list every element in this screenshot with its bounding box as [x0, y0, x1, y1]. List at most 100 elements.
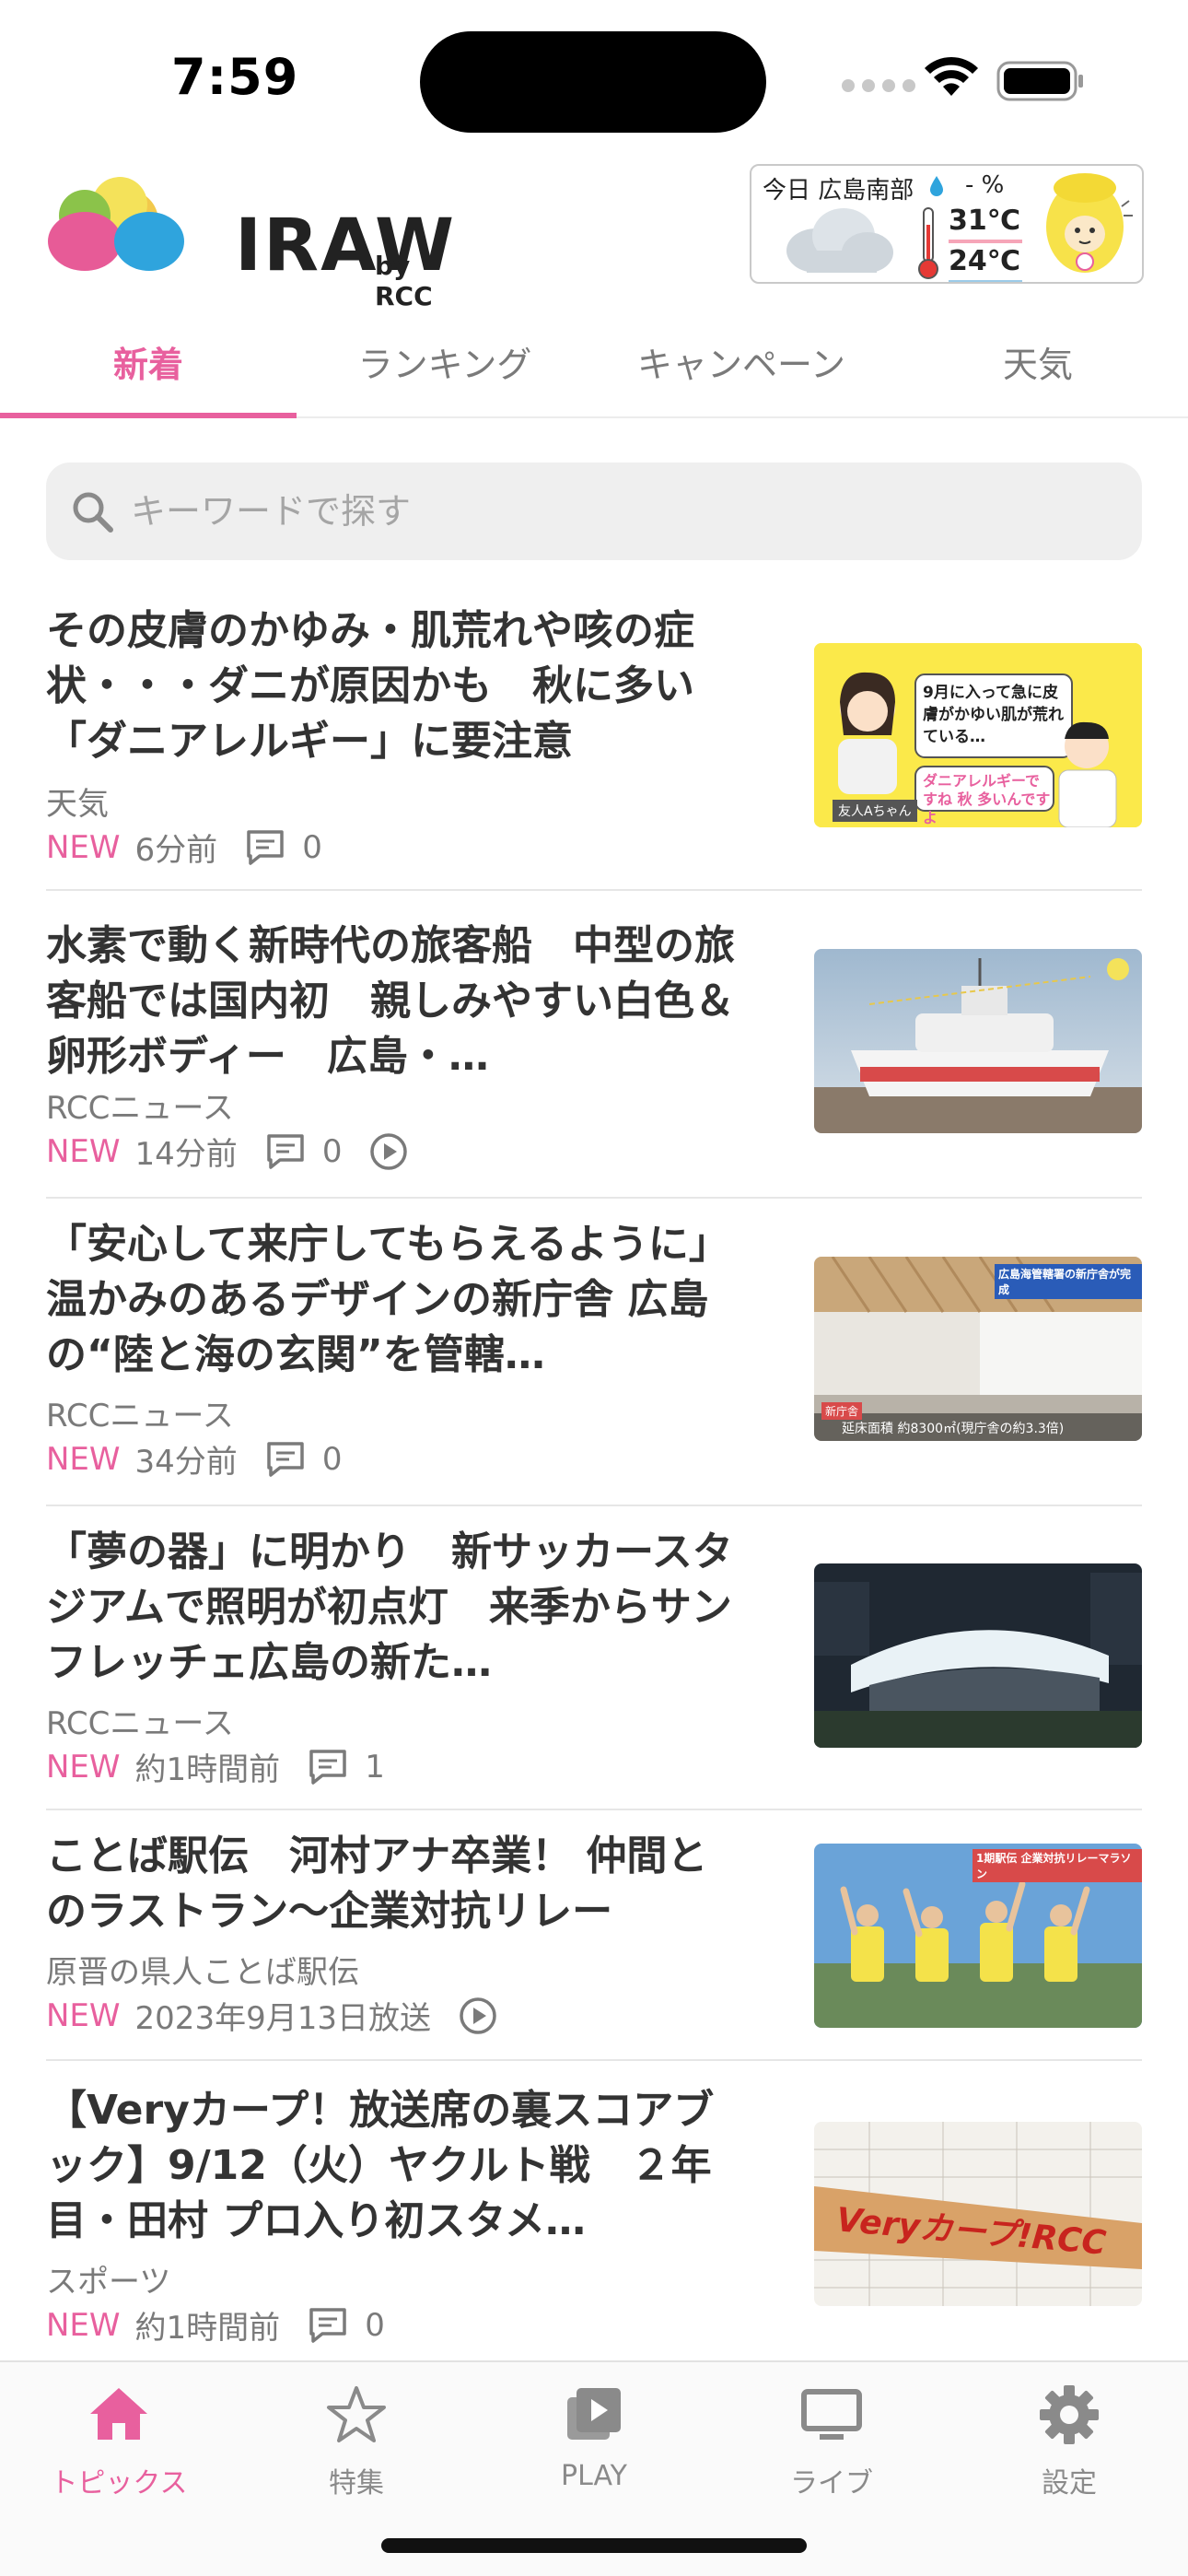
tv-icon: [801, 2389, 862, 2440]
tab-label: ランキング: [357, 344, 532, 385]
cloud-icon: [786, 208, 893, 273]
stadium-night-photo: [814, 1563, 1142, 1748]
article-title: 「夢の器」に明かり 新サッカースタジアムで照明が初点灯 来季からサンフレッチェ広…: [46, 1528, 733, 1686]
article-title: ことば駅伝 河村アナ卒業！ 仲間とのラストラン～企業対抗リレー: [46, 1832, 708, 1935]
thumb-text: 広島海管轄署の新庁舎が完成: [995, 1264, 1142, 1299]
app-logo[interactable]: IRAW by RCC: [46, 177, 454, 311]
article-item[interactable]: その皮膚のかゆみ・肌荒れや咳の症状・・・ダニが原因かも 秋に多い「ダニアレルギー…: [46, 603, 1142, 891]
article-time: 2023年9月13日放送: [134, 2000, 431, 2037]
new-badge: NEW: [46, 828, 121, 866]
article-source: 天気: [46, 786, 109, 823]
home-icon: [90, 2388, 147, 2440]
article-meta: NEW 約1時間前 0: [46, 2302, 385, 2348]
article-item[interactable]: 水素で動く新時代の旅客船 中型の旅客船では国内初 親しみやすい白色＆卵形ボディー…: [46, 891, 1142, 1199]
article-item[interactable]: 「夢の器」に明かり 新サッカースタジアムで照明が初点灯 来季からサンフレッチェ広…: [46, 1506, 1142, 1810]
raindrop-icon: [930, 176, 943, 196]
comment-count: 0: [245, 828, 322, 867]
article-title: 【Veryカープ！放送席の裏スコアブック】9/12（火）ヤクルト戦 ２年目・田村…: [46, 2087, 715, 2244]
nav-label: 設定: [1042, 2467, 1097, 2500]
comment-count-value: 0: [321, 1132, 343, 1170]
article-time: 約1時間前: [134, 2310, 281, 2347]
comment-icon: [267, 1133, 304, 1169]
article-meta: NEW 約1時間前 1: [46, 1744, 385, 1789]
low-temperature: 24℃: [949, 245, 1021, 277]
wifi-icon: [925, 56, 978, 96]
article-source: RCCニュース: [46, 1090, 234, 1127]
high-temp-underline: [949, 240, 1022, 243]
nav-features[interactable]: 特集: [238, 2362, 475, 2519]
article-source: RCCニュース: [46, 1398, 234, 1434]
article-meta: NEW 2023年9月13日放送: [46, 1993, 497, 2038]
dynamic-island: [420, 31, 766, 133]
nav-topics[interactable]: トピックス: [0, 2362, 238, 2519]
thumb-text: 新庁舎: [821, 1402, 863, 1420]
tab-new[interactable]: 新着: [0, 304, 297, 418]
thumb-text: ダニアレルギーですね 秋 多いんですよ: [923, 772, 1051, 826]
thumb-text: 9月に入って急に皮膚がかゆい肌が荒れている…: [923, 684, 1064, 746]
article-thumbnail: 1期駅伝 企業対抗リレーマラソン: [814, 1844, 1142, 2028]
battery-icon: [996, 61, 1083, 101]
comment-count: 0: [265, 1440, 343, 1479]
play-icon: [567, 2388, 621, 2440]
article-thumbnail: 広島海管轄署の新庁舎が完成 延床面積 約8300㎡(現庁舎の約3.3倍) 新庁舎: [814, 1257, 1142, 1441]
status-bar: 7:59: [0, 0, 1188, 157]
nav-live[interactable]: ライブ: [713, 2362, 950, 2519]
new-badge: NEW: [46, 1748, 121, 1786]
article-item[interactable]: 【Veryカープ！放送席の裏スコアブック】9/12（火）ヤクルト戦 ２年目・田村…: [46, 2061, 1142, 2360]
star-icon: [327, 2386, 386, 2442]
ship-photo: [814, 949, 1142, 1133]
article-source: スポーツ: [46, 2264, 171, 2301]
thumb-text: 友人Aちゃん: [833, 800, 917, 822]
comment-icon: [247, 829, 284, 865]
nav-label: ライブ: [790, 2467, 873, 2500]
home-indicator[interactable]: [381, 2538, 807, 2553]
article-time: 34分前: [134, 1444, 238, 1481]
article-source: RCCニュース: [46, 1705, 234, 1742]
thumb-text: 延床面積 約8300㎡(現庁舎の約3.3倍): [842, 1422, 1065, 1436]
article-title: 水素で動く新時代の旅客船 中型の旅客船では国内初 親しみやすい白色＆卵形ボディー…: [46, 922, 735, 1080]
nav-label: 特集: [329, 2467, 384, 2500]
search-icon: [73, 492, 113, 533]
tab-campaign[interactable]: キャンペーン: [593, 304, 890, 418]
comment-count: 0: [265, 1132, 343, 1171]
comment-count-value: 1: [365, 1748, 385, 1786]
comment-count-value: 0: [302, 828, 322, 866]
nav-play[interactable]: PLAY: [475, 2362, 713, 2519]
category-tabs: 新着 ランキング キャンペーン 天気: [0, 304, 1188, 418]
comment-icon: [267, 1441, 304, 1477]
article-thumbnail: Veryカープ!RCC: [814, 2122, 1142, 2306]
tab-label: 天気: [1002, 344, 1073, 385]
cellular-signal-icon: [842, 79, 915, 92]
search-input[interactable]: [131, 491, 1052, 532]
article-thumbnail: [814, 1563, 1142, 1748]
nav-settings[interactable]: 設定: [950, 2362, 1188, 2519]
thermometer-icon: [918, 207, 938, 279]
new-badge: NEW: [46, 1440, 121, 1478]
article-title: 「安心して来庁してもらえるように」温かみのあるデザインの新庁舎 広島の“陸と海の…: [46, 1221, 729, 1378]
nav-label: トピックス: [50, 2467, 188, 2500]
active-tab-indicator: [0, 413, 297, 418]
app-header: IRAW by RCC 今日 広島南部 - % 31℃ 24℃: [0, 157, 1188, 311]
search-bar[interactable]: [46, 463, 1142, 560]
gear-icon: [1040, 2385, 1099, 2444]
comment-count: 0: [308, 2306, 385, 2345]
comment-icon: [309, 2307, 346, 2343]
article-item[interactable]: ことば駅伝 河村アナ卒業！ 仲間とのラストラン～企業対抗リレー 原晋の県人ことば…: [46, 1810, 1142, 2061]
article-item[interactable]: 「安心して来庁してもらえるように」温かみのあるデザインの新庁舎 広島の“陸と海の…: [46, 1199, 1142, 1506]
article-time: 6分前: [134, 832, 218, 869]
article-source: 原晋の県人ことば駅伝: [46, 1954, 359, 1991]
weather-widget[interactable]: 今日 広島南部 - % 31℃ 24℃: [750, 164, 1144, 284]
comment-count-value: 0: [321, 1440, 343, 1478]
logo-mark-icon: [48, 177, 184, 271]
new-badge: NEW: [46, 2306, 121, 2344]
article-thumbnail: [814, 949, 1142, 1133]
tab-ranking[interactable]: ランキング: [297, 304, 593, 418]
tab-weather[interactable]: 天気: [890, 304, 1186, 418]
comment-count-value: 0: [365, 2306, 385, 2344]
article-meta: NEW 6分前 0: [46, 825, 322, 870]
low-temp-underline: [949, 280, 1022, 282]
tab-label: 新着: [112, 344, 183, 385]
article-thumbnail: 9月に入って急に皮膚がかゆい肌が荒れている… ダニアレルギーですね 秋 多いんで…: [814, 643, 1142, 827]
video-play-icon: [460, 1996, 496, 2034]
rain-probability: - %: [965, 171, 1005, 199]
